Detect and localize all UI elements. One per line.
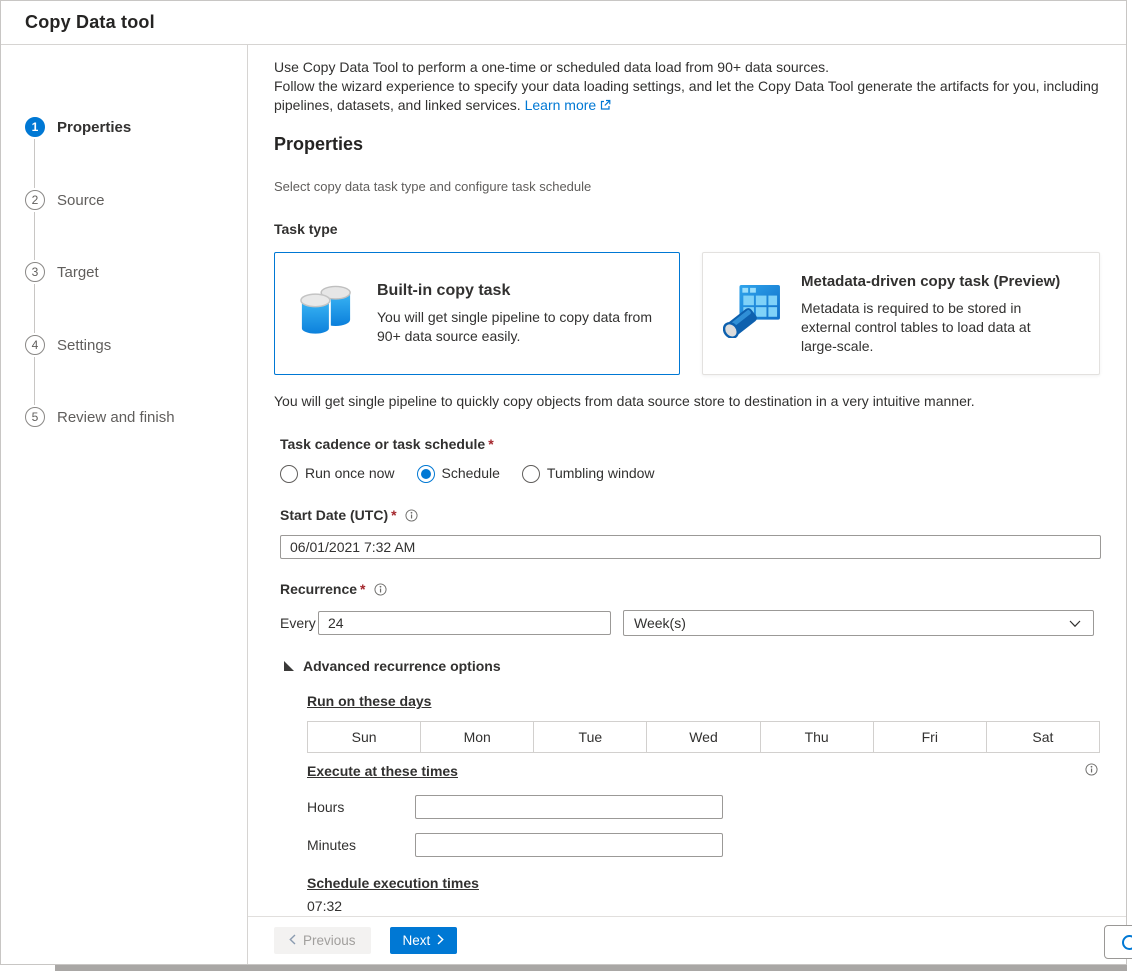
card-title: Built-in copy task bbox=[377, 282, 511, 299]
intro-line-1: Use Copy Data Tool to perform a one-time… bbox=[274, 59, 829, 75]
day-cell-sat[interactable]: Sat bbox=[985, 721, 1100, 753]
required-asterisk: * bbox=[488, 436, 494, 452]
recurrence-label: Recurrence * bbox=[280, 580, 1102, 601]
external-link-icon bbox=[599, 97, 611, 116]
every-label: Every bbox=[280, 614, 316, 631]
selected-unit: Week(s) bbox=[634, 614, 686, 631]
sidebar-step-properties[interactable]: 1 Properties bbox=[25, 117, 131, 137]
schedule-execution-time-value: 07:32 bbox=[307, 898, 343, 914]
sidebar-step-settings[interactable]: 4 Settings bbox=[25, 335, 111, 355]
card-description: You will get single pipeline to copy dat… bbox=[377, 309, 652, 344]
step-label: Review and finish bbox=[57, 408, 175, 426]
schedule-execution-times-link[interactable]: Schedule execution times bbox=[307, 874, 479, 893]
sidebar-step-review-and-finish[interactable]: 5 Review and finish bbox=[25, 407, 175, 427]
day-cell-tue[interactable]: Tue bbox=[533, 721, 648, 753]
info-icon[interactable] bbox=[373, 582, 387, 601]
radio-circle bbox=[280, 464, 298, 483]
step-number-badge: 2 bbox=[25, 190, 45, 210]
window-title: Copy Data tool bbox=[25, 12, 155, 32]
recurrence-interval-input[interactable] bbox=[318, 611, 611, 635]
radio-schedule[interactable]: Schedule bbox=[416, 464, 500, 483]
days-of-week-selector: Sun Mon Tue Wed Thu Fri Sat bbox=[307, 721, 1100, 753]
required-asterisk: * bbox=[391, 507, 397, 523]
info-icon[interactable] bbox=[405, 508, 418, 527]
task-type-label: Task type bbox=[274, 221, 338, 237]
previous-button[interactable]: Previous bbox=[274, 927, 371, 954]
step-connector-line bbox=[34, 212, 35, 260]
caret-expanded-icon bbox=[284, 657, 294, 676]
next-button[interactable]: Next bbox=[389, 927, 458, 954]
step-label: Target bbox=[57, 263, 99, 281]
day-cell-thu[interactable]: Thu bbox=[759, 721, 874, 753]
step-connector-line bbox=[34, 284, 35, 333]
run-on-these-days-link[interactable]: Run on these days bbox=[307, 692, 431, 711]
radio-tumbling-window[interactable]: Tumbling window bbox=[521, 464, 655, 483]
start-date-input[interactable] bbox=[280, 535, 1101, 559]
radio-run-once-now[interactable]: Run once now bbox=[280, 464, 395, 483]
info-icon[interactable] bbox=[1085, 762, 1098, 781]
hours-label: Hours bbox=[307, 798, 345, 815]
copy-data-icon bbox=[295, 284, 357, 343]
chevron-right-icon bbox=[437, 933, 445, 948]
minutes-input[interactable] bbox=[415, 833, 723, 857]
day-cell-sun[interactable]: Sun bbox=[307, 721, 422, 753]
step-label: Settings bbox=[57, 336, 112, 354]
task-cadence-radio-group: Run once now Schedule Tumbling window bbox=[280, 464, 1102, 483]
intro-text: Use Copy Data Tool to perform a one-time… bbox=[274, 58, 1102, 116]
intro-line-2: Follow the wizard experience to specify … bbox=[274, 77, 1102, 116]
learn-more-link[interactable]: Learn more bbox=[525, 97, 597, 113]
radio-label: Schedule bbox=[441, 465, 500, 481]
chevron-down-icon bbox=[1069, 614, 1081, 633]
feedback-icon bbox=[1122, 934, 1132, 950]
radio-circle bbox=[416, 464, 435, 483]
window-bottom-edge bbox=[55, 965, 1127, 971]
radio-circle bbox=[521, 464, 540, 483]
day-cell-wed[interactable]: Wed bbox=[646, 721, 761, 753]
page-subtitle: Select copy data task type and configure… bbox=[274, 179, 592, 194]
screen: Copy Data tool 1 Properties 2 Source 3 T… bbox=[0, 0, 1132, 971]
advanced-recurrence-options-toggle[interactable]: Advanced recurrence options bbox=[284, 657, 1102, 676]
step-number-badge: 5 bbox=[25, 407, 45, 427]
start-date-label: Start Date (UTC) * bbox=[280, 506, 1102, 527]
minutes-label: Minutes bbox=[307, 836, 357, 853]
card-metadata-driven-copy-task[interactable]: Metadata-driven copy task (Preview) Meta… bbox=[702, 252, 1100, 375]
copy-data-tool-window: Copy Data tool 1 Properties 2 Source 3 T… bbox=[0, 0, 1127, 965]
page-title: Properties bbox=[274, 134, 364, 154]
chevron-left-icon bbox=[289, 933, 296, 948]
feedback-button-partial[interactable] bbox=[1104, 925, 1132, 959]
properties-step-content: Use Copy Data Tool to perform a one-time… bbox=[248, 45, 1126, 916]
card-built-in-copy-task[interactable]: Built-in copy task You will get single p… bbox=[274, 252, 680, 375]
recurrence-unit-select[interactable]: Week(s) bbox=[623, 610, 1094, 636]
step-number-badge: 3 bbox=[25, 262, 45, 282]
sidebar-step-target[interactable]: 3 Target bbox=[25, 262, 99, 282]
step-connector-line bbox=[34, 139, 35, 188]
radio-label: Tumbling window bbox=[546, 465, 655, 481]
wizard-steps-sidebar: 1 Properties 2 Source 3 Target 4 Setting… bbox=[1, 45, 248, 964]
card-description: Metadata is required to be stored in ext… bbox=[801, 299, 1031, 354]
task-cadence-label: Task cadence or task schedule * bbox=[280, 436, 494, 452]
sidebar-step-source[interactable]: 2 Source bbox=[25, 190, 105, 210]
wizard-footer: Previous Next bbox=[248, 916, 1126, 964]
execute-at-these-times-link[interactable]: Execute at these times bbox=[307, 762, 458, 781]
step-number-badge: 1 bbox=[25, 117, 45, 137]
day-cell-fri[interactable]: Fri bbox=[872, 721, 987, 753]
step-label: Source bbox=[57, 191, 105, 209]
card-title: Metadata-driven copy task (Preview) bbox=[801, 272, 1061, 290]
day-cell-mon[interactable]: Mon bbox=[420, 721, 535, 753]
advanced-recurrence-options-label: Advanced recurrence options bbox=[303, 658, 501, 674]
step-label: Properties bbox=[57, 118, 132, 136]
radio-label: Run once now bbox=[305, 465, 395, 481]
metadata-copy-icon bbox=[722, 284, 781, 343]
step-number-badge: 4 bbox=[25, 335, 45, 355]
step-connector-line bbox=[34, 357, 35, 405]
window-header: Copy Data tool bbox=[1, 1, 1126, 45]
pipeline-note: You will get single pipeline to quickly … bbox=[274, 393, 975, 409]
hours-input[interactable] bbox=[415, 795, 723, 819]
required-asterisk: * bbox=[360, 581, 366, 597]
